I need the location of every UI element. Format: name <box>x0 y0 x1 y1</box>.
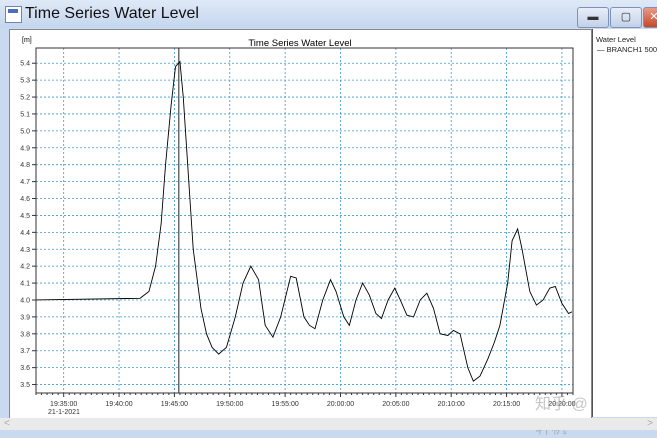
y-tick-label: 5.2 <box>20 95 30 102</box>
x-tick-label: 20:05:00 <box>382 401 409 408</box>
x-tick-label: 20:10:00 <box>438 401 465 408</box>
y-axis-unit: [m] <box>22 37 32 44</box>
water-level-chart: Time Series Water Level [m] 21-1-2021 3.… <box>20 37 575 416</box>
watermark: 知乎 @轩帆 <box>535 396 588 437</box>
x-tick-label: 20:15:00 <box>493 401 520 408</box>
scroll-right-icon[interactable]: > <box>647 418 653 429</box>
legend-item-label: BRANCH1 5000 <box>606 45 657 54</box>
chart-panel: Time Series Water Level [m] 21-1-2021 3.… <box>9 29 592 437</box>
plot-frame <box>35 47 574 394</box>
date-label: 21-1-2021 <box>48 409 80 416</box>
y-tick-label: 5.4 <box>20 61 30 68</box>
y-tick-label: 3.6 <box>20 365 30 372</box>
maximize-icon: ▢ <box>620 11 632 23</box>
x-tick-label: 19:35:00 <box>50 401 77 408</box>
y-tick-label: 5.3 <box>20 78 30 85</box>
close-button[interactable]: ✕ <box>643 7 657 28</box>
y-tick-label: 3.7 <box>20 348 30 355</box>
x-tick-label: 19:55:00 <box>271 401 298 408</box>
y-tick-label: 4.0 <box>20 297 30 304</box>
y-tick-label: 5.1 <box>20 111 30 118</box>
x-tick-label: 20:00:00 <box>327 401 354 408</box>
y-tick-label: 3.5 <box>20 382 30 389</box>
y-tick-label: 4.2 <box>20 264 30 271</box>
scroll-left-icon[interactable]: < <box>4 418 10 429</box>
y-tick-label: 5.0 <box>20 128 30 135</box>
horizontal-scrollbar[interactable]: < > <box>0 418 657 430</box>
app-icon <box>5 6 22 23</box>
y-tick-label: 3.9 <box>20 314 30 321</box>
window-title: Time Series Water Level <box>25 5 199 22</box>
title-bar: Time Series Water Level ▬ ▢ ✕ <box>0 0 657 28</box>
y-tick-label: 4.8 <box>20 162 30 169</box>
x-tick-label: 19:50:00 <box>216 401 243 408</box>
legend-item[interactable]: — BRANCH1 5000 <box>597 45 657 54</box>
y-tick-label: 3.8 <box>20 331 30 338</box>
minimize-button[interactable]: ▬ <box>577 7 609 28</box>
x-tick-label: 19:45:00 <box>161 401 188 408</box>
maximize-button[interactable]: ▢ <box>610 7 642 28</box>
chart-title: Time Series Water Level <box>248 38 351 49</box>
y-tick-label: 4.4 <box>20 230 30 237</box>
series-line-branch1-5000 <box>35 60 573 382</box>
minimize-icon: ▬ <box>587 11 599 23</box>
y-tick-label: 4.3 <box>20 247 30 254</box>
y-tick-label: 4.5 <box>20 213 30 220</box>
x-tick-label: 19:40:00 <box>105 401 132 408</box>
legend-panel: Water Level — BRANCH1 5000 <box>592 29 657 417</box>
close-icon: ✕ <box>649 11 657 23</box>
y-tick-label: 4.1 <box>20 281 30 288</box>
y-tick-label: 4.9 <box>20 145 30 152</box>
legend-heading: Water Level <box>596 35 636 44</box>
y-tick-label: 4.6 <box>20 196 30 203</box>
y-tick-label: 4.7 <box>20 179 30 186</box>
